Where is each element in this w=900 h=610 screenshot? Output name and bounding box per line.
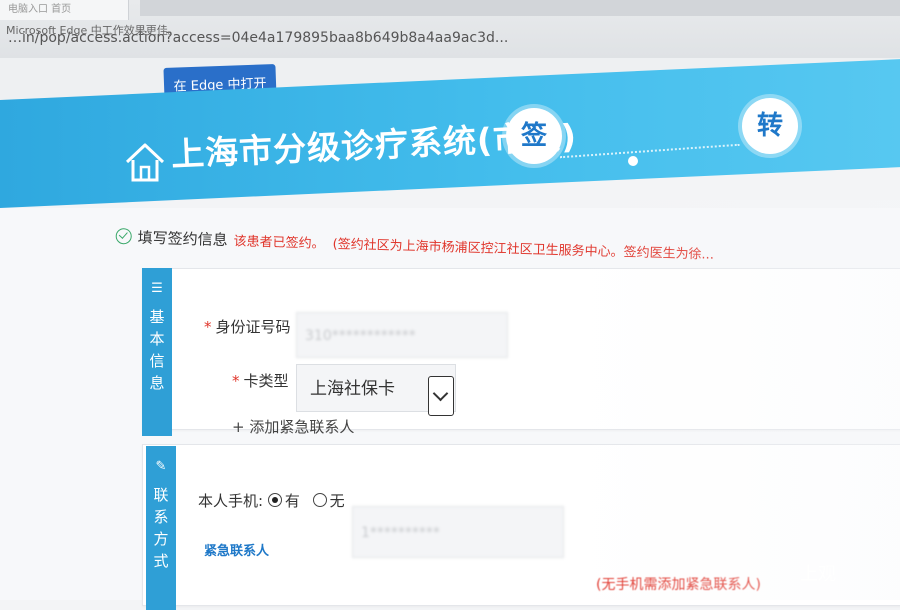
tab-strip: [140, 0, 900, 16]
contact-tab-label: 联系方式: [153, 486, 169, 570]
step-progress-dot: [628, 156, 638, 166]
required-mark: *: [204, 318, 212, 336]
radio-yes-label: 有: [284, 492, 300, 510]
basic-info-panel: [142, 268, 900, 430]
card-type-label-text: 卡类型: [243, 372, 289, 390]
id-number-label-text: 身份证号码: [215, 318, 291, 336]
step-sign-icon: 签: [506, 108, 562, 164]
browser-tab[interactable]: 电脑入口 首页: [0, 0, 129, 20]
own-phone-row: 本人手机: 有 无: [198, 490, 345, 511]
section-title: 填写签约信息: [137, 228, 228, 250]
card-type-label: * 卡类型: [232, 370, 289, 391]
no-phone-hint: (无手机需添加紧急联系人): [596, 577, 761, 593]
check-circle-icon: [115, 227, 132, 245]
signed-notice: 该患者已签约。: [233, 234, 325, 252]
infobar-text: Microsoft Edge 中工作效果更佳。: [6, 24, 179, 37]
list-icon: ☰: [151, 281, 163, 296]
id-number-input[interactable]: 310************: [296, 312, 508, 358]
own-phone-label: 本人手机:: [198, 492, 264, 510]
radio-no-label: 无: [329, 492, 345, 510]
watermark: 上观: [800, 564, 836, 585]
step-transfer-icon: 转: [742, 98, 798, 154]
basic-info-tab-label: 基本信息: [149, 308, 165, 392]
required-mark: *: [232, 372, 240, 390]
id-number-value: 310************: [305, 328, 416, 344]
radio-yes[interactable]: [267, 493, 282, 507]
phone-input[interactable]: 1**********: [352, 506, 564, 558]
basic-info-tab: ☰ 基本信息: [142, 268, 172, 436]
radio-no[interactable]: [312, 493, 327, 507]
home-icon: [125, 143, 165, 182]
id-number-label: * 身份证号码: [204, 316, 291, 337]
card-type-value: 上海社保卡: [310, 379, 395, 399]
chevron-down-icon[interactable]: [428, 376, 454, 416]
pencil-icon: ✎: [155, 459, 167, 474]
contact-tab: ✎ 联系方式: [146, 446, 176, 610]
add-emergency-contact-link[interactable]: + 添加紧急联系人: [232, 416, 354, 437]
emergency-contact-label: 紧急联系人: [204, 544, 270, 559]
phone-value: 1**********: [361, 525, 440, 541]
